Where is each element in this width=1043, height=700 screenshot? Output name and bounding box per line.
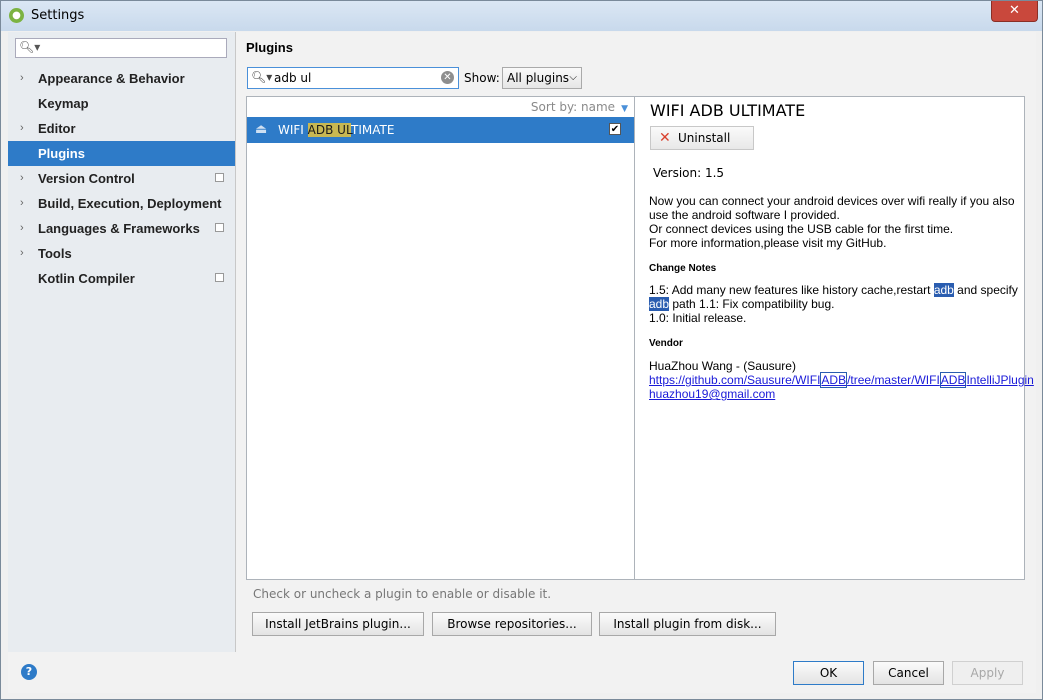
search-icon: 🔍︎▾	[251, 70, 273, 84]
vendor-heading: Vendor	[649, 338, 683, 349]
settings-sidebar: 🔍︎▾ › Appearance & Behavior Keymap › Editor P…	[8, 32, 236, 652]
uninstall-button[interactable]: ✕ Uninstall	[650, 126, 754, 150]
sidebar-item-label: Kotlin Compiler	[38, 271, 135, 286]
sidebar-tree: › Appearance & Behavior Keymap › Editor Plugi…	[8, 66, 235, 291]
sidebar-item-label: Tools	[38, 246, 72, 261]
sort-by-control[interactable]: Sort by: name ▼	[247, 97, 634, 117]
sidebar-item-label: Version Control	[38, 171, 135, 186]
clear-search-icon[interactable]: ✕	[441, 71, 454, 84]
chevron-right-icon[interactable]: ›	[20, 116, 24, 141]
vendor-url-link[interactable]: https://github.com/Sausure/WIFIADB/tree/…	[649, 372, 1034, 388]
sidebar-item-label: Editor	[38, 121, 76, 136]
uninstall-x-icon: ✕	[659, 130, 671, 146]
plugin-detail-title: WIFI ADB ULTIMATE	[650, 101, 806, 120]
plugin-search-input[interactable]: 🔍︎▾ adb ul ✕	[247, 67, 459, 89]
android-studio-icon: ●	[9, 8, 24, 23]
sidebar-item-languages-frameworks[interactable]: › Languages & Frameworks	[8, 216, 235, 241]
cancel-button[interactable]: Cancel	[873, 661, 944, 685]
project-settings-icon	[215, 223, 224, 232]
sidebar-item-build-execution-deployment[interactable]: › Build, Execution, Deployment	[8, 191, 235, 216]
install-from-disk-button[interactable]: Install plugin from disk...	[599, 612, 776, 636]
sidebar-item-label: Languages & Frameworks	[38, 221, 200, 236]
sidebar-search-input[interactable]: 🔍︎▾	[15, 38, 227, 58]
chevron-right-icon[interactable]: ›	[20, 191, 24, 216]
enable-hint: Check or uncheck a plugin to enable or d…	[253, 587, 552, 601]
plugin-name: WIFI ADB ULTIMATE	[278, 123, 395, 137]
sidebar-item-tools[interactable]: › Tools	[8, 241, 235, 266]
show-filter-select[interactable]: All plugins ⌵	[502, 67, 582, 89]
plugin-description: Now you can connect your android devices…	[649, 194, 1015, 250]
install-jetbrains-plugin-button[interactable]: Install JetBrains plugin...	[252, 612, 424, 636]
sidebar-item-editor[interactable]: › Editor	[8, 116, 235, 141]
sidebar-item-label: Plugins	[38, 146, 85, 161]
change-notes-heading: Change Notes	[649, 263, 717, 274]
page-title: Plugins	[246, 40, 293, 55]
browse-repositories-button[interactable]: Browse repositories...	[432, 612, 592, 636]
apply-button[interactable]: Apply	[952, 661, 1023, 685]
sidebar-item-plugins[interactable]: Plugins	[8, 141, 235, 166]
plugin-enabled-checkbox[interactable]: ✔	[609, 123, 621, 135]
chevron-right-icon[interactable]: ›	[20, 216, 24, 241]
vendor-email-link[interactable]: huazhou19@gmail.com	[649, 387, 775, 401]
sidebar-item-label: Keymap	[38, 96, 89, 111]
plugin-version: Version: 1.5	[653, 166, 725, 180]
chevron-right-icon[interactable]: ›	[20, 66, 24, 91]
plugin-list: Sort by: name ▼ ⏏ WIFI ADB ULTIMATE ✔	[246, 96, 635, 580]
sidebar-item-keymap[interactable]: Keymap	[8, 91, 235, 116]
project-settings-icon	[215, 273, 224, 282]
chevron-right-icon[interactable]: ›	[20, 166, 24, 191]
sidebar-item-label: Build, Execution, Deployment	[38, 196, 222, 211]
sort-arrow-icon: ▼	[621, 104, 628, 114]
plugin-row[interactable]: ⏏ WIFI ADB ULTIMATE ✔	[247, 117, 634, 143]
vendor-name: HuaZhou Wang - (Sausure)	[649, 359, 796, 373]
plugin-search-value: adb ul	[274, 71, 312, 85]
dialog-footer: ? OK Cancel Apply	[8, 652, 1036, 693]
show-label: Show:	[464, 71, 500, 85]
search-icon: 🔍︎▾	[19, 40, 41, 54]
sidebar-item-version-control[interactable]: › Version Control	[8, 166, 235, 191]
vendor-info: HuaZhou Wang - (Sausure) https://github.…	[649, 359, 1034, 401]
sidebar-item-label: Appearance & Behavior	[38, 71, 185, 86]
help-icon[interactable]: ?	[21, 664, 37, 680]
change-notes: 1.5: Add many new features like history …	[649, 283, 1018, 325]
plugins-pane: Plugins 🔍︎▾ adb ul ✕ Show: All plugins ⌵…	[246, 32, 1036, 652]
sort-by-label: Sort by: name	[530, 100, 616, 114]
sidebar-item-appearance-behavior[interactable]: › Appearance & Behavior	[8, 66, 235, 91]
plugin-icon: ⏏	[255, 122, 268, 137]
title-bar: ● Settings ✕	[1, 1, 1042, 31]
sidebar-item-kotlin-compiler[interactable]: Kotlin Compiler	[8, 266, 235, 291]
chevron-right-icon[interactable]: ›	[20, 241, 24, 266]
dialog-body: 🔍︎▾ › Appearance & Behavior Keymap › Editor P…	[8, 32, 1036, 693]
search-match-highlight: ADB UL	[307, 123, 351, 137]
window-title: Settings	[31, 8, 85, 23]
ok-button[interactable]: OK	[793, 661, 864, 685]
plugin-details: WIFI ADB ULTIMATE ✕ Uninstall Version: 1…	[635, 96, 1034, 580]
show-filter-value: All plugins	[507, 71, 570, 85]
chevron-down-icon: ⌵	[569, 72, 577, 83]
settings-window: ● Settings ✕ 🔍︎▾ › Appearance & Behavior K…	[0, 0, 1043, 700]
close-button[interactable]: ✕	[991, 1, 1038, 22]
project-settings-icon	[215, 173, 224, 182]
